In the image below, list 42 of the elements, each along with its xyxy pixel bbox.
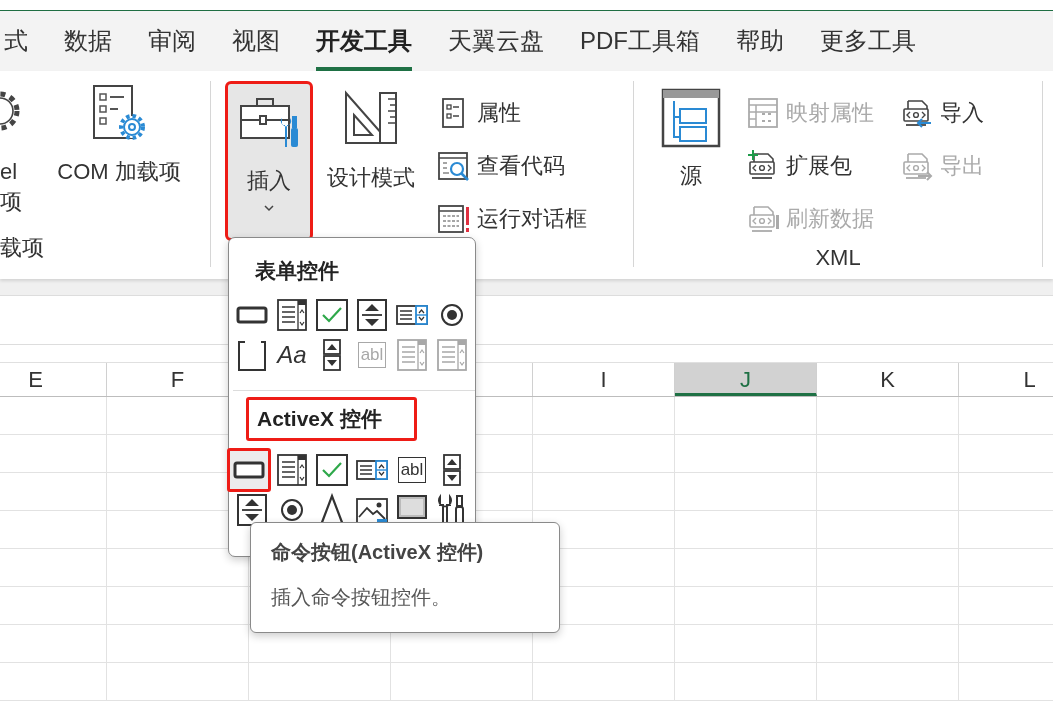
map-icon	[746, 95, 780, 130]
button-control-tool[interactable]	[227, 448, 271, 492]
groupbox-icon	[235, 338, 269, 372]
tree-window-icon	[660, 87, 722, 149]
tooltip-title: 命令按钮(ActiveX 控件)	[271, 540, 484, 565]
check-icon	[315, 453, 349, 487]
ribbon-tab[interactable]: 天翼云盘	[448, 17, 544, 71]
insert-button[interactable]: 插入	[225, 81, 313, 241]
section-heading: ActiveX 控件	[246, 397, 417, 441]
ribbon-tab[interactable]: 视图	[232, 17, 280, 71]
section-heading: 表单控件	[255, 258, 339, 284]
check-control-tool[interactable]	[313, 451, 351, 489]
ribbon-button[interactable]: 查看代码	[437, 139, 587, 192]
ribbon-tab[interactable]: 审阅	[148, 17, 196, 71]
ribbon-button[interactable]: 导入	[900, 86, 984, 139]
ribbon-button[interactable]: COM 加载项	[44, 83, 194, 187]
group-label: 载项	[0, 234, 45, 262]
tooltip-description: 插入命令按钮控件。	[271, 585, 451, 610]
ribbon-tab[interactable]: 更多工具	[820, 17, 916, 71]
ribbon-tab[interactable]: 式	[4, 17, 28, 71]
group-label: XML	[814, 245, 862, 271]
ribbon-button[interactable]: 源	[656, 81, 726, 191]
ribbon-tab[interactable]: PDF工具箱	[580, 17, 700, 71]
column-header[interactable]: E	[0, 363, 107, 396]
check-icon	[315, 298, 349, 332]
ribbon-tab[interactable]: 帮助	[736, 17, 784, 71]
ribbon-tab[interactable]: 数据	[64, 17, 112, 71]
ribbon-button[interactable]: el 项	[0, 83, 34, 217]
combo-icon	[275, 298, 309, 332]
combo-icon	[435, 338, 469, 372]
column-header[interactable]: J	[675, 363, 817, 396]
ribbon-button[interactable]: 设计模式	[321, 81, 421, 193]
label-control-tool[interactable]: Aa	[273, 336, 311, 374]
ribbon-button[interactable]: 扩展包	[746, 139, 874, 192]
caret-icon	[263, 204, 275, 212]
combo-icon	[395, 338, 429, 372]
ribbon-button[interactable]: 属性	[437, 86, 587, 139]
column-header[interactable]: K	[817, 363, 959, 396]
spin-icon	[355, 298, 389, 332]
check-control-tool[interactable]	[313, 296, 351, 334]
combo-icon	[275, 453, 309, 487]
column-header[interactable]: L	[959, 363, 1053, 396]
